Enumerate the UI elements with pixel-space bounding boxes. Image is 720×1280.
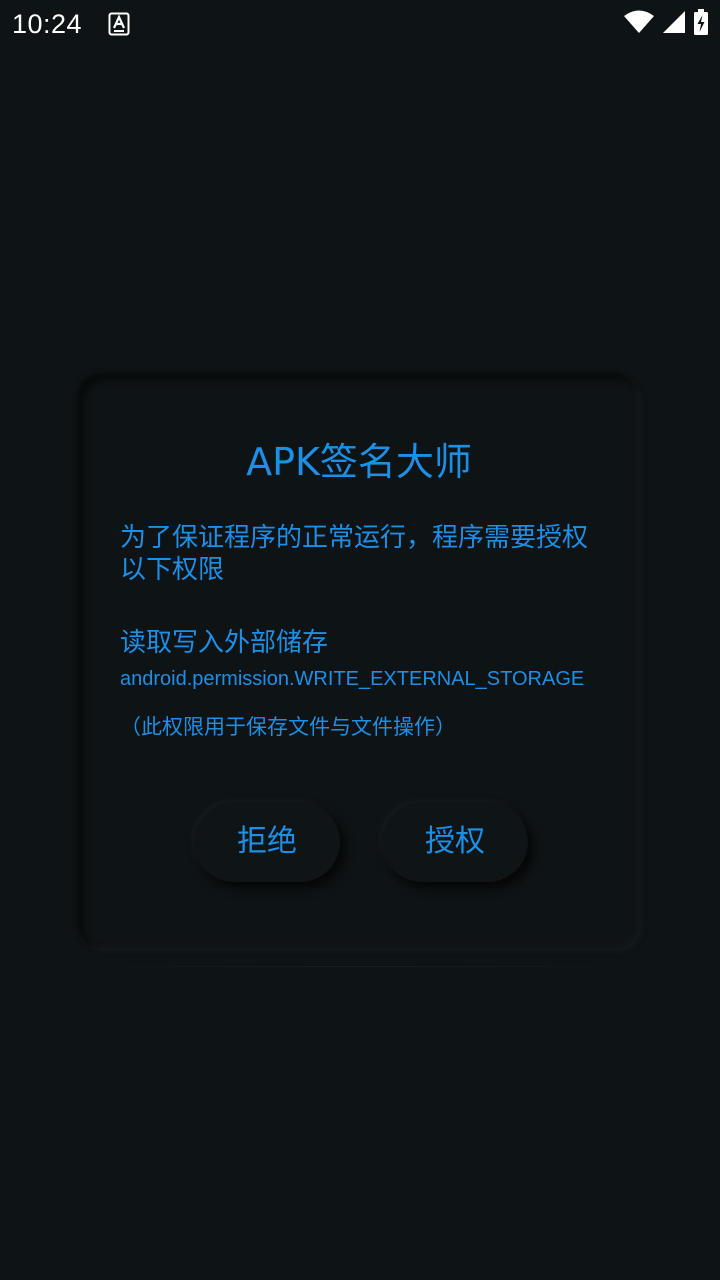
dialog-title: APK签名大师 [246, 440, 472, 484]
grant-button[interactable]: 授权 [382, 802, 528, 882]
permission-dialog: APK签名大师 为了保证程序的正常运行，程序需要授权以下权限 读取写入外部储存 … [80, 376, 638, 948]
dialog-message: 为了保证程序的正常运行，程序需要授权以下权限 [120, 523, 589, 585]
permission-id: android.permission.WRITE_EXTERNAL_STORAG… [120, 668, 585, 690]
deny-button[interactable]: 拒绝 [194, 802, 340, 882]
status-bar: 10:24 [0, 0, 720, 48]
notification-a-icon [108, 12, 130, 36]
wifi-icon [624, 10, 654, 38]
screen: 10:24 APK签名大师 为了保证程序的正常运行，程序需要授权以下权限 读取写… [0, 0, 720, 1280]
permission-name: 读取写入外部储存 [120, 628, 329, 658]
permission-description: （此权限用于保存文件与文件操作） [120, 715, 456, 739]
divider [64, 966, 656, 967]
status-icons [624, 9, 708, 39]
signal-icon [662, 10, 686, 38]
status-time: 10:24 [12, 9, 83, 39]
battery-charging-icon [694, 9, 708, 39]
